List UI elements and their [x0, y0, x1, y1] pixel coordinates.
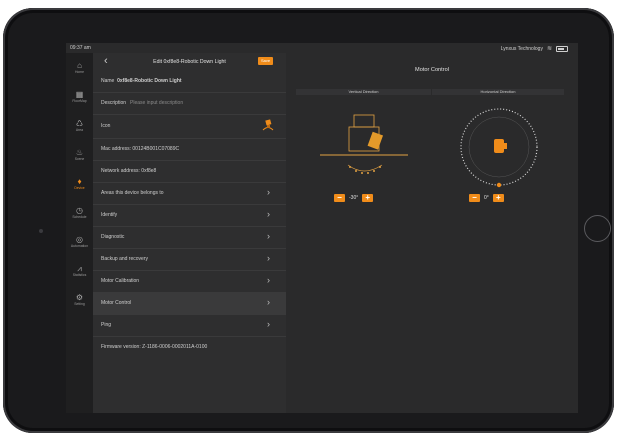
- areas-label: Areas this device belongs to: [101, 190, 164, 196]
- app-screen: 09:37 am Lynxus Technology ≋ ⌂ Home ▦ Fl…: [66, 43, 578, 413]
- icon-row[interactable]: Icon: [93, 115, 286, 139]
- network-address: Network address: 0xf8e8: [101, 168, 157, 174]
- name-value: 0xf8e8-Robotic Down Light: [117, 78, 182, 84]
- rail-item-label: Scene: [74, 157, 85, 161]
- floormap-icon: ▦: [75, 90, 84, 99]
- chevron-right-icon: ›: [267, 275, 270, 285]
- rail-item-area[interactable]: ♺ Area: [66, 119, 93, 132]
- status-bar: 09:37 am Lynxus Technology ≋: [66, 43, 578, 53]
- rail-item-home[interactable]: ⌂ Home: [66, 61, 93, 74]
- setting-icon: ⚙: [75, 293, 84, 302]
- front-camera: [39, 229, 43, 233]
- panel-header: ‹ Edit 0xf8e8-Robotic Down Light Save: [93, 53, 286, 71]
- vertical-light-icon: [320, 114, 408, 156]
- rail-item-setting[interactable]: ⚙ Setting: [66, 293, 93, 306]
- description-field[interactable]: Description Please input description: [101, 100, 183, 106]
- chevron-right-icon: ›: [267, 209, 270, 219]
- rail-item-label: FloorMap: [72, 99, 87, 103]
- chevron-right-icon: ›: [267, 297, 270, 307]
- rail-item-label: Statistics: [72, 273, 87, 277]
- network-address-row: Network address: 0xf8e8: [93, 161, 286, 183]
- panel-title: Motor Control: [415, 67, 449, 73]
- chevron-right-icon: ›: [267, 319, 270, 329]
- horizontal-angle-value: 0°: [484, 195, 489, 201]
- icon-label: Icon: [101, 123, 111, 129]
- wifi-icon: ≋: [546, 46, 552, 52]
- rail-item-schedule[interactable]: ◷ Schedule: [66, 206, 93, 219]
- save-button[interactable]: Save: [258, 57, 273, 65]
- ping-label: Ping: [101, 322, 112, 328]
- rail-item-automation[interactable]: ◎ Automation: [66, 235, 93, 248]
- horizontal-minus-button[interactable]: −: [469, 194, 480, 202]
- motor-calibration-label: Motor Calibration: [101, 278, 140, 284]
- battery-icon: [556, 45, 568, 52]
- motor-control-row[interactable]: Motor Control ›: [93, 293, 286, 315]
- rail-item-scene[interactable]: ♨ Scene: [66, 148, 93, 161]
- chevron-right-icon: ›: [267, 231, 270, 241]
- horizontal-plus-button[interactable]: +: [492, 194, 504, 202]
- areas-row[interactable]: Areas this device belongs to ›: [93, 183, 286, 205]
- backup-label: Backup and recovery: [101, 256, 148, 262]
- horizontal-angle-marker[interactable]: [496, 182, 502, 188]
- horizontal-angle-control: − 0° +: [469, 194, 504, 202]
- horizontal-light-arm: [502, 143, 507, 149]
- rail-item-label: Schedule: [72, 215, 87, 219]
- motor-calibration-row[interactable]: Motor Calibration ›: [93, 271, 286, 293]
- rail-item-label: Automation: [70, 244, 89, 248]
- identify-label: Identify: [101, 212, 118, 218]
- device-icon: ♦: [77, 177, 82, 186]
- rail-item-device[interactable]: ♦ Device: [66, 177, 93, 190]
- area-icon: ♺: [75, 119, 84, 128]
- description-label: Description: [101, 100, 127, 106]
- rail-item-label: Area: [75, 128, 84, 132]
- vertical-minus-button[interactable]: −: [334, 194, 345, 202]
- rail-item-label: Setting: [74, 302, 85, 306]
- firmware-version: Firmware version: Z-1186-0006-0002011A-0…: [101, 344, 208, 350]
- ping-row[interactable]: Ping ›: [93, 315, 286, 337]
- vertical-direction-header: Vertical Direction: [296, 89, 431, 95]
- statistics-icon: ⩘: [77, 264, 82, 273]
- edit-device-panel: ‹ Edit 0xf8e8-Robotic Down Light Save Na…: [93, 53, 286, 413]
- firmware-row: Firmware version: Z-1186-0006-0002011A-0…: [93, 337, 286, 359]
- horizontal-direction-graphic: [460, 108, 538, 188]
- vertical-angle-control: − -30° +: [334, 194, 374, 202]
- description-row[interactable]: Description Please input description: [93, 93, 286, 115]
- horizontal-direction-header: Horizontal Direction: [432, 89, 564, 95]
- diagnostic-label: Diagnostic: [101, 234, 125, 240]
- backup-row[interactable]: Backup and recovery ›: [93, 249, 286, 271]
- carrier-name: Lynxus Technology: [500, 45, 543, 52]
- vertical-direction-graphic: [320, 114, 408, 174]
- identify-row[interactable]: Identify ›: [93, 205, 286, 227]
- description-placeholder: Please input description: [130, 100, 184, 106]
- rail-item-statistics[interactable]: ⩘ Statistics: [66, 264, 93, 277]
- vertical-angle-value: -30°: [349, 195, 359, 201]
- chevron-right-icon: ›: [267, 187, 270, 197]
- rail-item-floormap[interactable]: ▦ FloorMap: [66, 90, 93, 103]
- vertical-scale-ticks: [347, 164, 383, 174]
- name-field[interactable]: Name 0xf8e8-Robotic Down Light: [101, 78, 182, 84]
- automation-icon: ◎: [76, 235, 83, 244]
- mac-address-row: Mac address: 00124B001C07089C: [93, 139, 286, 161]
- name-row[interactable]: Name 0xf8e8-Robotic Down Light: [93, 71, 286, 93]
- side-rail: ⌂ Home ▦ FloorMap ♺ Area ♨ Scene ♦ Devic…: [66, 53, 93, 413]
- schedule-icon: ◷: [76, 206, 83, 215]
- home-icon: ⌂: [77, 61, 82, 70]
- vertical-plus-button[interactable]: +: [362, 194, 374, 202]
- status-right: Lynxus Technology ≋: [501, 45, 568, 52]
- name-label: Name: [101, 78, 115, 84]
- tablet-frame: 09:37 am Lynxus Technology ≋ ⌂ Home ▦ Fl…: [3, 8, 614, 433]
- motor-control-panel: Motor Control Vertical Direction Horizon…: [286, 53, 578, 413]
- diagnostic-row[interactable]: Diagnostic ›: [93, 227, 286, 249]
- scene-icon: ♨: [75, 148, 84, 157]
- mac-address: Mac address: 00124B001C07089C: [101, 146, 180, 152]
- rail-item-label: Home: [74, 70, 85, 74]
- status-time: 09:37 am: [70, 45, 91, 51]
- chevron-right-icon: ›: [267, 253, 270, 263]
- rail-item-label: Device: [74, 186, 85, 190]
- robotic-light-icon[interactable]: [261, 118, 275, 132]
- home-button[interactable]: [584, 215, 611, 242]
- motor-control-label: Motor Control: [101, 300, 132, 306]
